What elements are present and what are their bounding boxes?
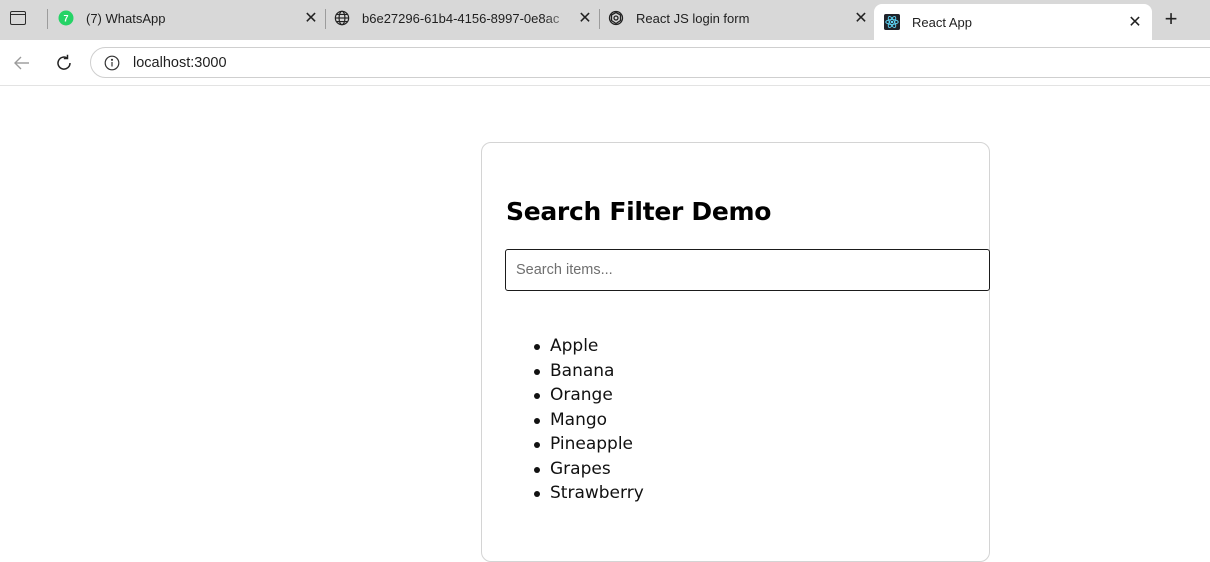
tab-uuid[interactable]: b6e27296-61b4-4156-8997-0e8ac ✕: [334, 0, 594, 36]
tab-separator: [325, 9, 326, 29]
search-filter-card: Search Filter Demo Apple Banana Orange M…: [481, 142, 990, 562]
whatsapp-badge: 7: [63, 14, 68, 24]
browser-toolbar: localhost:3000: [0, 40, 1210, 86]
close-tab-icon[interactable]: ✕: [852, 9, 870, 27]
close-tab-icon[interactable]: ✕: [1126, 13, 1144, 31]
list-item: Strawberry: [534, 481, 644, 506]
url-text: localhost:3000: [133, 54, 227, 71]
globe-icon: [334, 10, 350, 26]
whatsapp-icon: 7: [58, 10, 74, 26]
item-list: Apple Banana Orange Mango Pineapple Grap…: [534, 334, 644, 506]
page-title: Search Filter Demo: [506, 197, 772, 226]
tab-separator: [47, 9, 48, 29]
search-input[interactable]: [505, 249, 990, 291]
tab-actions-icon[interactable]: [10, 11, 26, 25]
tab-react-app[interactable]: React App ✕: [874, 4, 1152, 40]
tab-title: React App: [912, 14, 972, 30]
tab-separator: [599, 9, 600, 29]
list-item: Orange: [534, 383, 644, 408]
back-arrow-icon[interactable]: [10, 51, 34, 75]
page-viewport: Search Filter Demo Apple Banana Orange M…: [0, 86, 1210, 562]
tab-strip: 7 (7) WhatsApp ✕ b6e27296-61b4-4156-8997…: [0, 0, 1210, 40]
tab-title: b6e27296-61b4-4156-8997-0e8ac: [362, 10, 560, 26]
tab-title: (7) WhatsApp: [86, 10, 166, 26]
tab-title: React JS login form: [636, 10, 750, 26]
tab-react-login[interactable]: React JS login form ✕: [608, 0, 870, 36]
reload-icon[interactable]: [52, 51, 76, 75]
close-tab-icon[interactable]: ✕: [302, 9, 320, 27]
chatgpt-icon: [608, 10, 624, 26]
close-tab-icon[interactable]: ✕: [576, 9, 594, 27]
tab-whatsapp[interactable]: 7 (7) WhatsApp ✕: [58, 0, 320, 36]
list-item: Mango: [534, 408, 644, 433]
list-item: Apple: [534, 334, 644, 359]
list-item: Pineapple: [534, 432, 644, 457]
new-tab-button[interactable]: +: [1158, 6, 1184, 32]
site-info-icon[interactable]: [103, 54, 121, 72]
react-icon: [884, 14, 900, 30]
address-bar[interactable]: localhost:3000: [90, 47, 1210, 78]
list-item: Grapes: [534, 457, 644, 482]
list-item: Banana: [534, 359, 644, 384]
